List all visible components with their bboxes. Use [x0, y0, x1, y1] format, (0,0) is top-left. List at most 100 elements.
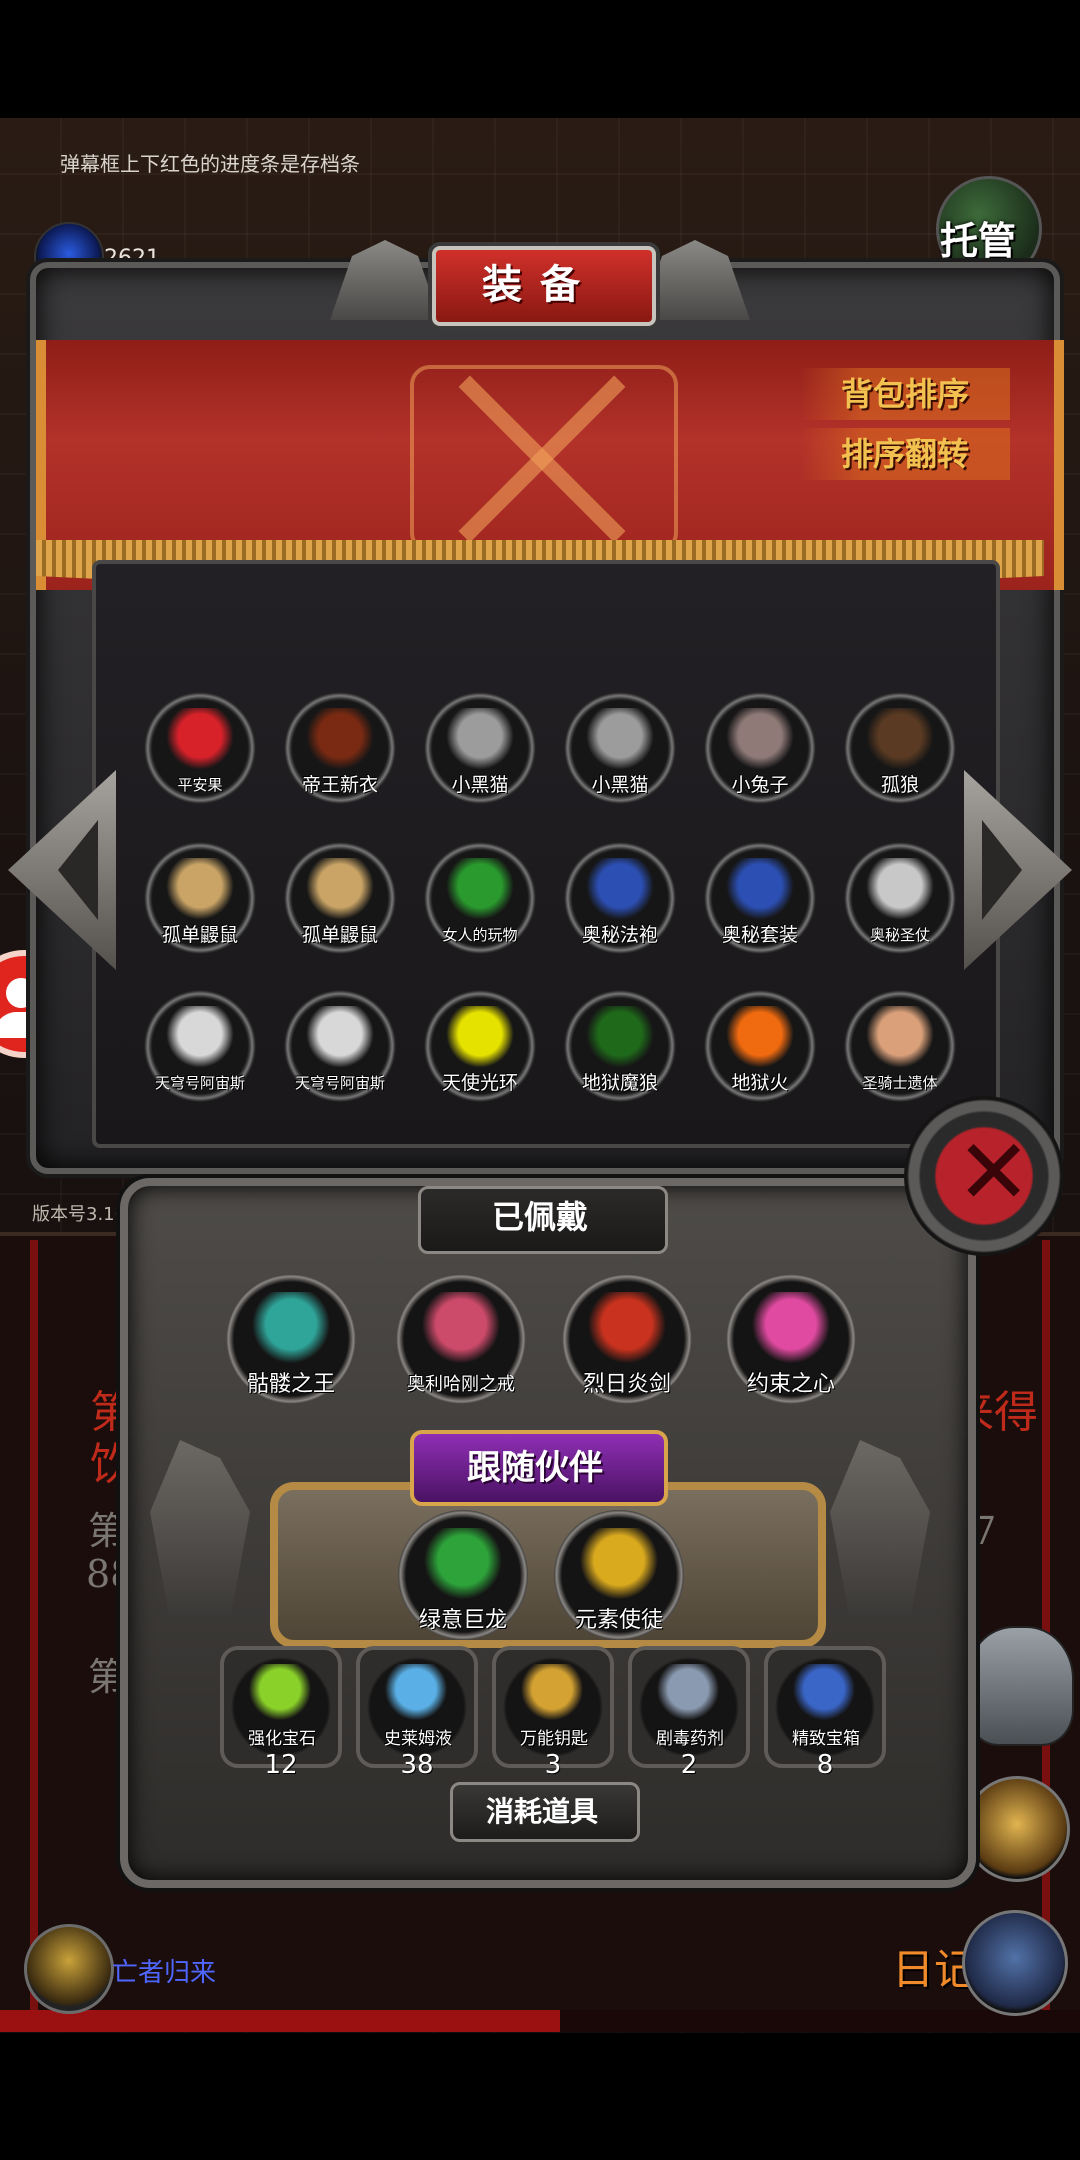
story-border-left: [30, 1240, 38, 2010]
player-name[interactable]: 亡者归来: [112, 1952, 216, 1989]
item-label: 天穹号阿宙斯: [294, 1074, 385, 1092]
item-label: 孤单鼹鼠: [161, 924, 238, 946]
item-icon: [726, 858, 794, 920]
item-label: 小黑猫: [451, 774, 509, 796]
save-progress-bar: [0, 2010, 560, 2032]
consumable-label: 强化宝石: [248, 1729, 316, 1749]
companion-slot[interactable]: 元素使徒: [554, 1510, 684, 1640]
inventory-slot[interactable]: 地狱魔狼: [564, 990, 676, 1102]
consumable-count: 12: [264, 1750, 298, 1780]
inventory-slot[interactable]: 小黑猫: [424, 692, 536, 804]
inventory-slot[interactable]: 小兔子: [704, 692, 816, 804]
item-label: 奥秘法袍: [581, 924, 658, 946]
version-label: 版本号3.16: [32, 1204, 127, 1225]
inventory-slot[interactable]: 奥秘圣仗: [844, 842, 956, 954]
worn-item-icon: [252, 1292, 330, 1364]
worn-slot[interactable]: 骷髅之王: [226, 1274, 356, 1404]
consumable-icon: [520, 1664, 584, 1720]
consumable-slot[interactable]: 精致宝箱 8: [764, 1646, 886, 1780]
consumables-title: 消耗道具: [485, 1795, 598, 1828]
save-hint-text: 弹幕框上下红色的进度条是存档条: [60, 152, 360, 176]
item-label: 天穹号阿宙斯: [154, 1074, 245, 1092]
story-border-right: [1042, 1240, 1050, 2010]
worn-slot[interactable]: 奥利哈刚之戒: [396, 1274, 526, 1404]
item-icon: [306, 708, 374, 770]
item-label: 地狱魔狼: [581, 1072, 658, 1094]
companion-icon: [580, 1528, 658, 1600]
inventory-slot[interactable]: 天穹号阿宙斯: [284, 990, 396, 1102]
consumable-label: 剧毒药剂: [656, 1729, 724, 1749]
worn-item-label: 奥利哈刚之戒: [407, 1374, 515, 1395]
consumable-slot[interactable]: 万能钥匙 3: [492, 1646, 614, 1780]
item-label: 地狱火: [731, 1072, 789, 1094]
item-icon: [586, 1006, 654, 1068]
inventory-slot[interactable]: 奥秘套装: [704, 842, 816, 954]
consumable-count: 38: [400, 1750, 434, 1780]
consumable-count: 8: [816, 1750, 834, 1780]
consumable-icon: [384, 1664, 448, 1720]
companion-label: 元素使徒: [574, 1608, 663, 1633]
inventory-slot[interactable]: 天穹号阿宙斯: [144, 990, 256, 1102]
item-icon: [166, 858, 234, 920]
item-icon: [446, 1006, 514, 1068]
helmet-icon[interactable]: [966, 1626, 1074, 1746]
worn-slot[interactable]: 烈日炎剑: [562, 1274, 692, 1404]
consumable-slot[interactable]: 强化宝石 12: [220, 1646, 342, 1780]
auto-play-label[interactable]: 托管: [940, 210, 1016, 265]
consumable-icon: [248, 1664, 312, 1720]
worn-item-icon: [752, 1292, 830, 1364]
inventory-slot[interactable]: 帝王新衣: [284, 692, 396, 804]
player-avatar[interactable]: [24, 1924, 114, 2014]
consumable-count: 3: [544, 1750, 562, 1780]
inventory-slot[interactable]: 地狱火: [704, 990, 816, 1102]
item-label: 帝王新衣: [301, 774, 378, 796]
inventory-slot[interactable]: 女人的玩物: [424, 842, 536, 954]
inventory-slot[interactable]: 孤单鼹鼠: [144, 842, 256, 954]
crossed-swords-emblem-icon: [410, 365, 678, 553]
item-icon: [586, 858, 654, 920]
companion-slot[interactable]: 绿意巨龙: [398, 1510, 528, 1640]
worn-item-label: 骷髅之王: [246, 1372, 335, 1397]
inventory-slot[interactable]: 圣骑士遗体: [844, 990, 956, 1102]
worn-item-label: 烈日炎剑: [582, 1372, 671, 1397]
item-icon: [166, 1006, 234, 1068]
inventory-slot[interactable]: 小黑猫: [564, 692, 676, 804]
item-icon: [866, 708, 934, 770]
equipment-title: 装备: [482, 261, 598, 308]
item-icon: [306, 858, 374, 920]
item-label: 圣骑士遗体: [862, 1074, 938, 1092]
inventory-slot[interactable]: 平安果: [144, 692, 256, 804]
item-label: 女人的玩物: [442, 926, 518, 944]
inventory-slot[interactable]: 奥秘法袍: [564, 842, 676, 954]
item-icon: [726, 1006, 794, 1068]
close-icon[interactable]: ✕: [904, 1096, 1064, 1256]
consumable-slot[interactable]: 史莱姆液 38: [356, 1646, 478, 1780]
diary-book-icon[interactable]: [962, 1910, 1068, 2016]
companion-icon: [424, 1528, 502, 1600]
item-label: 平安果: [177, 776, 223, 794]
tavern-mug-icon[interactable]: [964, 1776, 1070, 1882]
consumable-label: 精致宝箱: [792, 1729, 860, 1749]
companion-label: 绿意巨龙: [418, 1608, 507, 1633]
consumable-icon: [656, 1664, 720, 1720]
sort-bag-button[interactable]: 背包排序: [800, 368, 1010, 420]
worn-slot[interactable]: 约束之心: [726, 1274, 856, 1404]
companion-title: 跟随伙伴: [467, 1448, 603, 1488]
item-label: 小黑猫: [591, 774, 649, 796]
inventory-slot[interactable]: 孤单鼹鼠: [284, 842, 396, 954]
inventory-slot[interactable]: 孤狼: [844, 692, 956, 804]
item-label: 天使光环: [441, 1072, 518, 1094]
worn-title: 已佩戴: [491, 1198, 588, 1236]
item-icon: [866, 858, 934, 920]
item-icon: [866, 1006, 934, 1068]
reverse-sort-button[interactable]: 排序翻转: [800, 428, 1010, 480]
item-icon: [446, 708, 514, 770]
consumable-slot[interactable]: 剧毒药剂 2: [628, 1646, 750, 1780]
item-icon: [306, 1006, 374, 1068]
consumable-count: 2: [680, 1750, 698, 1780]
item-icon: [586, 708, 654, 770]
inventory-slot[interactable]: 天使光环: [424, 990, 536, 1102]
worn-item-icon: [588, 1292, 666, 1364]
item-label: 奥秘圣仗: [869, 926, 930, 944]
worn-item-label: 约束之心: [746, 1372, 835, 1397]
